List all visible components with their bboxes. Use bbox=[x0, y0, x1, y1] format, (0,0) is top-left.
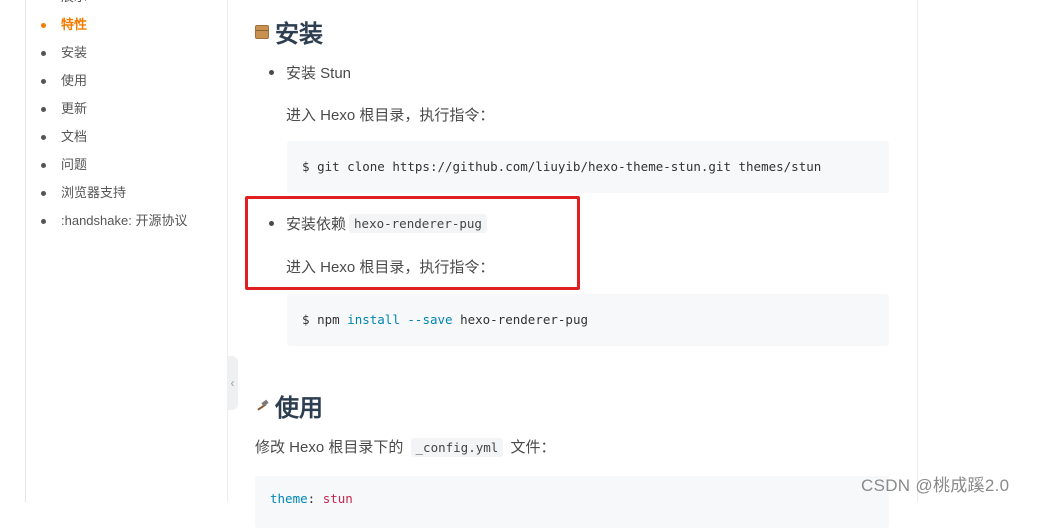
code-install-keyword: install bbox=[347, 312, 400, 327]
bullet-dot bbox=[41, 135, 46, 140]
toc-item-label: 更新 bbox=[61, 101, 88, 116]
code-prompt: $ bbox=[302, 312, 310, 327]
bullet-dot bbox=[41, 191, 46, 196]
toc-item-docs[interactable]: 文档 bbox=[26, 123, 187, 151]
install-step-1: 安装 Stun bbox=[269, 62, 351, 83]
code-block-npm-install[interactable]: $ npm install --save hexo-renderer-pug bbox=[287, 294, 889, 346]
toc-item-install[interactable]: 安装 bbox=[26, 39, 187, 67]
usage-text-after: 文件： bbox=[510, 439, 556, 456]
bullet-dot bbox=[41, 23, 46, 28]
code-colon: : bbox=[307, 491, 316, 506]
code-git-clone: git clone https://github.com/liuyib/hexo… bbox=[317, 159, 822, 174]
toc-item-label: 问题 bbox=[61, 157, 88, 172]
install-heading-text: 安装 bbox=[275, 21, 323, 48]
package-icon bbox=[255, 24, 269, 39]
install-step-1-label: 安装 Stun bbox=[286, 65, 352, 82]
install-step-1-text: 进入 Hexo 根目录，执行指令： bbox=[286, 107, 495, 124]
toc-item-label: 安装 bbox=[61, 45, 88, 60]
usage-heading-text: 使用 bbox=[275, 395, 323, 422]
watermark: CSDN @桃成蹊2.0 bbox=[861, 476, 1010, 495]
inline-code-config-file: _config.yml bbox=[410, 438, 504, 457]
bullet-dot bbox=[41, 79, 46, 84]
toc-item-showcase[interactable]: 展示 bbox=[26, 0, 187, 11]
chevron-left-icon: ‹ bbox=[230, 376, 235, 390]
bullet-dot bbox=[41, 107, 46, 112]
toc-item-features[interactable]: 特性 bbox=[26, 11, 187, 39]
toc-sidebar: 展示 特性 安装 使用 更新 文档 问题 浏览器支持 :handshake: 开… bbox=[26, 0, 228, 502]
usage-text: 修改 Hexo 根目录下的 _config.yml 文件： bbox=[255, 436, 556, 457]
toc-item-usage[interactable]: 使用 bbox=[26, 67, 187, 95]
sidebar-divider bbox=[227, 0, 228, 502]
code-prompt: $ bbox=[302, 159, 310, 174]
toc-item-browser-support[interactable]: 浏览器支持 bbox=[26, 179, 187, 207]
code-theme-key: theme bbox=[270, 491, 308, 506]
install-heading: 安装 bbox=[255, 14, 323, 49]
code-save-flag: --save bbox=[407, 312, 453, 327]
usage-text-before: 修改 Hexo 根目录下的 bbox=[255, 439, 404, 456]
hammer-icon bbox=[255, 399, 269, 413]
toc-item-update[interactable]: 更新 bbox=[26, 95, 187, 123]
toc-item-issues[interactable]: 问题 bbox=[26, 151, 187, 179]
bullet-dot bbox=[41, 219, 46, 224]
toc-list: 展示 特性 安装 使用 更新 文档 问题 浏览器支持 :handshake: 开… bbox=[26, 0, 187, 235]
frame-right-border bbox=[917, 0, 918, 502]
code-block-theme-config[interactable]: theme: stun bbox=[255, 476, 889, 528]
toc-item-label: 使用 bbox=[61, 73, 88, 88]
code-npm: npm bbox=[317, 312, 340, 327]
toc-item-label: 浏览器支持 bbox=[61, 185, 127, 200]
bullet-dot bbox=[269, 70, 274, 75]
toc-item-license[interactable]: :handshake: 开源协议 bbox=[26, 207, 187, 235]
code-package-name: hexo-renderer-pug bbox=[460, 312, 589, 327]
toc-item-label: 文档 bbox=[61, 129, 88, 144]
code-block-git-clone[interactable]: $ git clone https://github.com/liuyib/he… bbox=[287, 141, 889, 193]
sidebar-collapse-button[interactable]: ‹ bbox=[227, 356, 238, 410]
code-theme-value: stun bbox=[322, 491, 353, 506]
bullet-dot bbox=[41, 163, 46, 168]
red-highlight-box bbox=[245, 196, 580, 290]
toc-item-label: 展示 bbox=[61, 0, 87, 4]
bullet-dot bbox=[41, 51, 46, 56]
usage-heading: 使用 bbox=[255, 388, 323, 423]
toc-item-label: :handshake: 开源协议 bbox=[61, 213, 188, 228]
toc-item-label: 特性 bbox=[61, 17, 88, 32]
